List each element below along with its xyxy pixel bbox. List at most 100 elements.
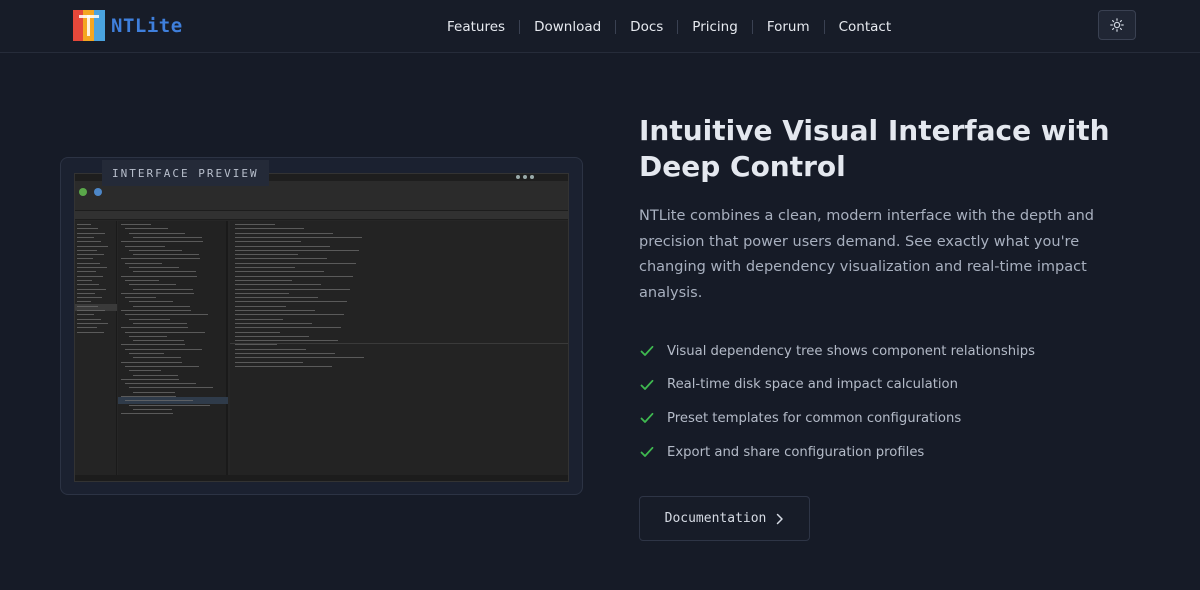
app-text-line — [125, 245, 165, 247]
app-text-line — [77, 262, 100, 264]
app-text-line — [133, 271, 196, 273]
app-text-line — [77, 241, 101, 243]
section-heading: Intuitive Visual Interface with Deep Con… — [639, 114, 1110, 183]
app-text-line — [133, 340, 184, 342]
app-text-line — [121, 224, 151, 225]
logo[interactable]: NTLite — [73, 10, 183, 41]
app-text-line — [77, 297, 102, 299]
app-text-line — [129, 284, 176, 286]
nav-download[interactable]: Download — [520, 19, 617, 34]
app-text-line — [133, 236, 202, 238]
app-text-line — [133, 254, 199, 256]
nav-contact[interactable]: Contact — [825, 20, 906, 34]
app-text-line — [129, 353, 164, 354]
app-text-line — [129, 267, 179, 268]
app-text-line — [121, 344, 185, 346]
app-text-line — [125, 228, 168, 230]
check-icon — [639, 444, 655, 460]
app-text-line — [125, 383, 196, 385]
app-text-line — [77, 301, 91, 303]
check-icon — [639, 343, 655, 359]
app-text-line — [125, 365, 199, 367]
app-text-line — [235, 292, 289, 294]
nav-docs[interactable]: Docs — [616, 19, 679, 34]
app-text-line — [235, 224, 275, 225]
app-text-line — [235, 258, 327, 260]
app-text-line — [77, 331, 104, 333]
app-text-line — [125, 400, 193, 402]
app-text-line — [235, 361, 303, 363]
app-text-line — [133, 357, 181, 359]
app-text-line — [77, 318, 101, 320]
ntlite-logo-icon — [73, 10, 105, 41]
app-text-line — [77, 224, 91, 225]
section-description: NTLite combines a clean, modern interfac… — [639, 208, 1094, 301]
app-text-line — [235, 314, 344, 316]
app-text-line — [129, 232, 185, 234]
feature-text: Visual dependency tree shows component r… — [667, 343, 1036, 359]
app-text-line — [77, 232, 105, 234]
app-text-line — [235, 279, 292, 281]
app-text-line — [77, 279, 92, 281]
app-text-line — [77, 322, 108, 324]
app-text-line — [121, 327, 188, 329]
feature-text: Real-time disk space and impact calculat… — [667, 377, 958, 393]
feature-text: Preset templates for common configuratio… — [667, 410, 962, 426]
nav-features[interactable]: Features — [433, 19, 521, 34]
app-text-line — [121, 275, 197, 277]
app-text-line — [121, 258, 200, 260]
app-text-line — [235, 335, 309, 337]
app-text-line — [121, 413, 173, 415]
app-text-line — [125, 314, 208, 316]
app-text-line — [129, 404, 210, 406]
sun-icon — [1110, 18, 1124, 32]
theme-toggle-button[interactable] — [1098, 10, 1136, 40]
app-text-line — [235, 318, 283, 320]
app-statusbar — [75, 475, 568, 481]
app-screenshot — [74, 173, 569, 482]
app-text-line — [133, 374, 178, 376]
app-text-line — [235, 322, 312, 324]
app-text-line — [129, 335, 167, 337]
app-text-line — [235, 344, 277, 346]
top-nav: NTLite Features Download Docs Pricing Fo… — [0, 0, 1200, 53]
app-text-line — [129, 301, 173, 303]
feature-item: Preset templates for common configuratio… — [639, 407, 1035, 429]
app-text-line — [77, 249, 97, 251]
app-text-line — [235, 340, 338, 342]
app-text-line — [77, 258, 93, 260]
check-icon — [639, 377, 655, 393]
app-text-line — [129, 387, 213, 389]
app-text-line — [235, 236, 362, 238]
app-text-line — [129, 249, 182, 251]
main-menu: Features Download Docs Pricing Forum Con… — [433, 0, 905, 53]
documentation-button[interactable]: Documentation — [639, 496, 810, 541]
feature-item: Export and share configuration profiles — [639, 441, 1035, 463]
app-text-line — [125, 262, 162, 264]
app-text-line — [77, 236, 94, 238]
logo-text: NTLite — [111, 14, 183, 37]
app-text-line — [235, 254, 298, 256]
app-text-line — [121, 396, 176, 397]
app-text-line — [77, 228, 98, 230]
feature-item: Visual dependency tree shows component r… — [639, 340, 1035, 362]
app-text-line — [77, 327, 97, 329]
app-text-line — [121, 292, 194, 294]
nav-pricing[interactable]: Pricing — [678, 19, 753, 34]
app-text-line — [121, 361, 182, 363]
app-text-line — [235, 305, 286, 307]
app-text-line — [235, 357, 364, 359]
feature-text: Export and share configuration profiles — [667, 444, 925, 460]
feature-item: Real-time disk space and impact calculat… — [639, 374, 1035, 396]
app-text-line — [125, 297, 156, 299]
app-text-line — [235, 232, 333, 234]
app-ribbon-icon — [94, 188, 102, 196]
app-text-line — [235, 301, 347, 303]
app-text-line — [77, 310, 105, 311]
app-text-line — [235, 271, 324, 273]
app-text-line — [235, 365, 332, 367]
app-text-line — [235, 331, 280, 333]
app-ribbon-icon — [79, 188, 87, 196]
app-text-line — [77, 267, 107, 268]
nav-forum[interactable]: Forum — [753, 19, 825, 34]
